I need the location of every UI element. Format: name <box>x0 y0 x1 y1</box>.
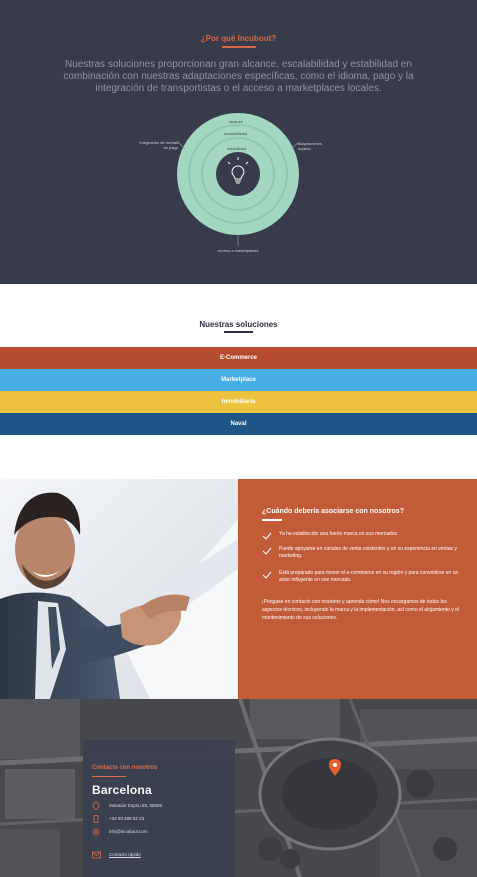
quick-contact-link[interactable]: Contacto rápido <box>109 851 141 859</box>
why-intro-text: Nuestras soluciones proporcionan gran al… <box>63 59 414 94</box>
when-item-text: Ya ha establecido una fuerte marca en su… <box>279 531 399 537</box>
envelope-icon <box>92 851 101 859</box>
contact-city: Barcelona <box>92 783 152 797</box>
solution-band-naval[interactable]: Naval <box>0 413 477 435</box>
bottom-diagram-label: acceso a marketplaces <box>217 248 259 253</box>
when-partner-section: ¿Cuándo debería asociarse con nosotros? … <box>238 479 477 699</box>
contact-email[interactable]: info@incubout.com <box>109 828 148 836</box>
right-diagram-label: adaptaciones locales <box>298 141 322 151</box>
solution-band-inmobiliaria[interactable]: Inmobiliaria <box>0 391 477 413</box>
left-diagram-label: integración de formas de pago <box>139 140 178 150</box>
solution-band-ecommerce[interactable]: E-Commerce <box>0 347 477 369</box>
phone-icon <box>93 815 99 823</box>
map-marker-icon <box>92 802 100 810</box>
when-item-text: Está preparado para mover el e-commerce … <box>279 570 459 583</box>
check-icon <box>262 547 272 555</box>
handshake-photo <box>0 479 238 699</box>
connector-left <box>176 140 186 150</box>
solutions-section: Nuestras soluciones E-Commerce Marketpla… <box>0 284 477 474</box>
contact-address: Salvador Espriu 93, 08005 <box>109 803 163 808</box>
contact-title-underline <box>92 776 126 777</box>
ring-outer-label: alcance <box>229 119 243 124</box>
map-section[interactable]: Contacte con nosotros Barcelona Salvador… <box>0 699 477 877</box>
contact-phone[interactable]: +34 93 488 52 23 <box>109 815 144 823</box>
why-title: ¿Por qué Incubout? <box>200 34 277 43</box>
check-icon <box>262 571 272 579</box>
check-icon <box>262 532 272 540</box>
ring-middle-label: escalabilidad <box>224 131 248 136</box>
solution-band-marketplace[interactable]: Marketplace <box>0 369 477 391</box>
when-item: Ya ha establecido una fuerte marca en su… <box>262 531 462 540</box>
handshake-illustration <box>0 479 238 699</box>
when-title-underline <box>262 519 282 521</box>
ring-inner-label: estabilidad <box>227 146 247 151</box>
contact-card: Contacte con nosotros Barcelona Salvador… <box>83 740 235 877</box>
concentric-rings-chart <box>176 113 300 246</box>
contact-title: Contacte con nosotros <box>92 765 158 771</box>
solutions-title: Nuestras soluciones <box>199 320 278 329</box>
at-sign-icon <box>92 828 100 836</box>
when-cta-text: ¡Póngase en contacto con nosotros y apre… <box>262 599 460 621</box>
satellite-map[interactable] <box>0 699 477 877</box>
solutions-title-underline <box>224 331 253 333</box>
why-title-underline <box>222 46 256 48</box>
when-item: Puede apoyarse en canales de venta exist… <box>262 546 462 560</box>
value-diagram: alcance escalabilidad estabilidad integr… <box>0 100 477 270</box>
why-incubout-section: ¿Por qué Incubout? Nuestras soluciones p… <box>0 0 477 284</box>
when-title: ¿Cuándo debería asociarse con nosotros? <box>262 508 404 515</box>
when-item-text: Puede apoyarse en canales de venta exist… <box>279 546 457 559</box>
when-item: Está preparado para mover el e-commerce … <box>262 570 462 584</box>
